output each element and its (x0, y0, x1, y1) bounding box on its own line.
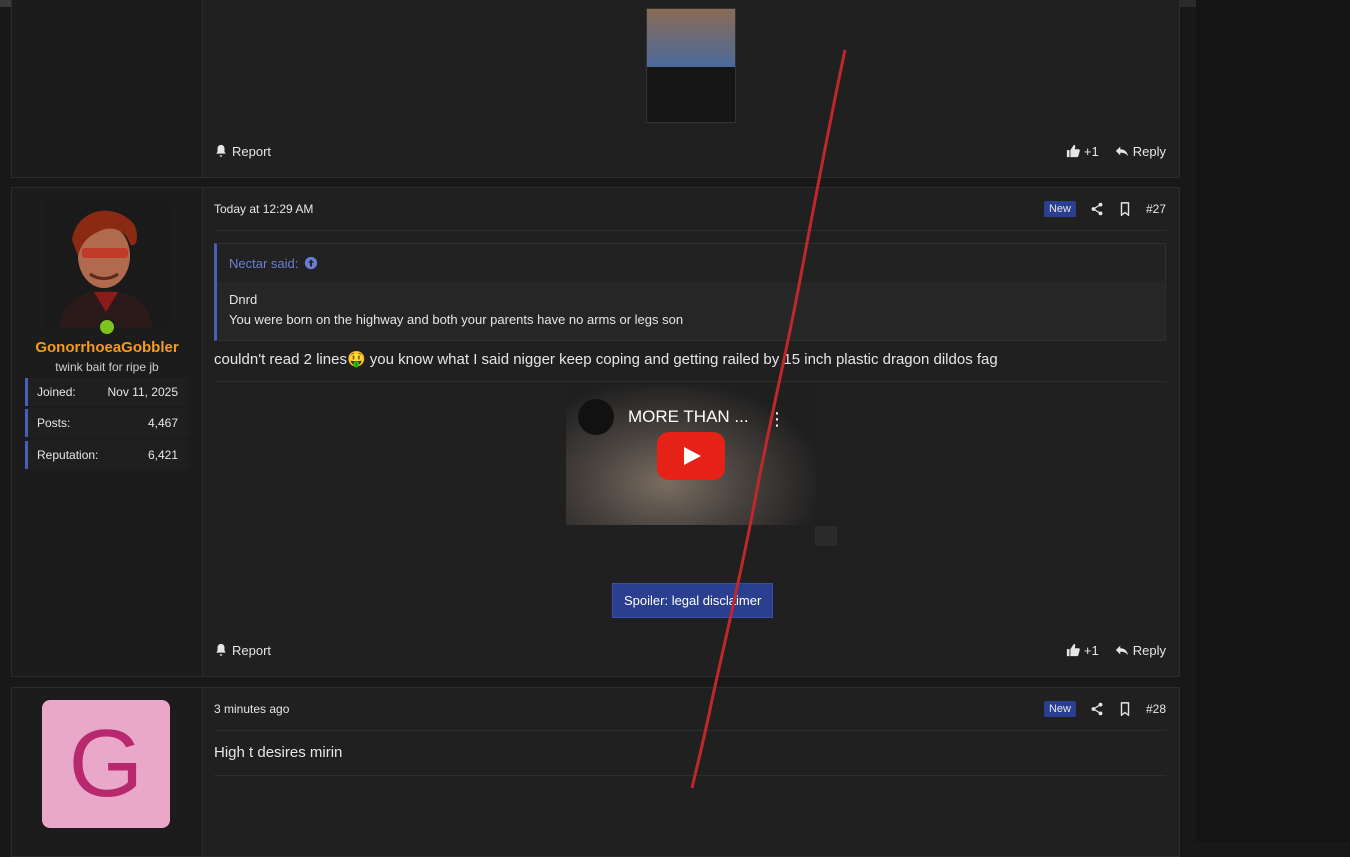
post-meta-row: 3 minutes ago New #28 (214, 688, 1166, 731)
more-options-icon[interactable]: ⋮ (768, 409, 786, 430)
play-button[interactable] (657, 432, 725, 480)
post-body-text: High t desires mirin (214, 744, 343, 761)
avatar[interactable] (42, 200, 170, 328)
thumbs-up-icon (1066, 144, 1080, 158)
bookmark-icon[interactable] (1118, 202, 1132, 216)
picture-in-picture-icon[interactable] (815, 526, 837, 546)
reply-icon (1115, 146, 1128, 157)
like-count: +1 (1083, 143, 1099, 159)
quote-line: Dnrd (229, 292, 258, 307)
online-status-icon (98, 318, 116, 336)
page-gutter (1196, 0, 1350, 842)
username[interactable]: GonorrhoeaGobbler (12, 339, 202, 356)
post-user-column: G (12, 688, 203, 856)
reply-icon (1115, 645, 1128, 656)
avatar-image (42, 200, 170, 328)
post-meta-row: Today at 12:29 AM New #27 (214, 188, 1166, 231)
user-title: twink bait for ripe jb (55, 360, 159, 374)
stat-reputation: Reputation: 6,421 (25, 441, 188, 469)
youtube-embed[interactable]: MORE THAN ... ⋮ (566, 385, 816, 525)
thumbs-up-icon (1066, 643, 1080, 657)
stat-value: 4,467 (147, 416, 178, 430)
quote-author[interactable]: Nectar said: (229, 256, 298, 271)
quote-line: You were born on the highway and both yo… (229, 312, 684, 327)
stat-label: Posts: (37, 416, 71, 430)
post-user-column (12, 0, 203, 177)
new-badge: New (1043, 201, 1076, 217)
reply-button[interactable]: Reply (1115, 144, 1166, 159)
divider (214, 381, 1166, 382)
body-text-part: you know what I said nigger keep coping … (365, 351, 998, 368)
bookmark-icon[interactable] (1118, 702, 1132, 716)
avatar[interactable]: G (42, 700, 170, 828)
report-label: Report (232, 642, 272, 658)
report-button[interactable]: Report (214, 144, 271, 159)
new-badge: New (1043, 701, 1076, 717)
post-number[interactable]: #27 (1146, 202, 1166, 216)
like-button[interactable]: +1 (1066, 144, 1099, 159)
post-timestamp[interactable]: 3 minutes ago (214, 702, 289, 716)
body-text-part: couldn't read 2 lines (214, 351, 347, 368)
post-previous: Report +1 Reply (11, 0, 1180, 178)
post-user-column: GonorrhoeaGobbler twink bait for ripe jb… (12, 188, 203, 676)
reply-label: Reply (1132, 642, 1166, 658)
reply-button[interactable]: Reply (1115, 643, 1166, 658)
video-title[interactable]: MORE THAN ... (628, 407, 749, 427)
stat-posts: Posts: 4,467 (25, 409, 188, 437)
spoiler-button[interactable]: Spoiler: legal disclaimer (612, 583, 774, 618)
post-body-text: couldn't read 2 lines🤑 you know what I s… (214, 350, 1166, 368)
money-mouth-emoji: 🤑 (346, 351, 366, 368)
like-button[interactable]: +1 (1066, 643, 1099, 658)
arrow-up-circle-icon[interactable] (304, 256, 318, 270)
report-button[interactable]: Report (214, 643, 271, 658)
stat-label: Reputation: (37, 448, 99, 462)
like-count: +1 (1083, 642, 1099, 658)
bell-icon (216, 144, 226, 157)
post-timestamp[interactable]: Today at 12:29 AM (214, 202, 313, 216)
post-27: GonorrhoeaGobbler twink bait for ripe jb… (11, 187, 1180, 677)
stat-joined: Joined: Nov 11, 2025 (25, 378, 188, 406)
post-number[interactable]: #28 (1146, 702, 1166, 716)
reply-label: Reply (1132, 143, 1166, 159)
bell-icon (216, 643, 226, 656)
share-icon[interactable] (1090, 702, 1104, 716)
divider (214, 775, 1166, 776)
quote-block: Nectar said: Dnrd You were born on the h… (214, 243, 1166, 341)
post-28: G 3 minutes ago New #28 High t desires m… (11, 687, 1180, 857)
stat-value: Nov 11, 2025 (107, 385, 179, 399)
quote-header[interactable]: Nectar said: (217, 244, 1165, 282)
stat-value: 6,421 (147, 448, 178, 462)
share-icon[interactable] (1090, 202, 1104, 216)
channel-avatar[interactable] (578, 399, 614, 435)
report-label: Report (232, 143, 272, 159)
stat-label: Joined: (37, 385, 76, 399)
